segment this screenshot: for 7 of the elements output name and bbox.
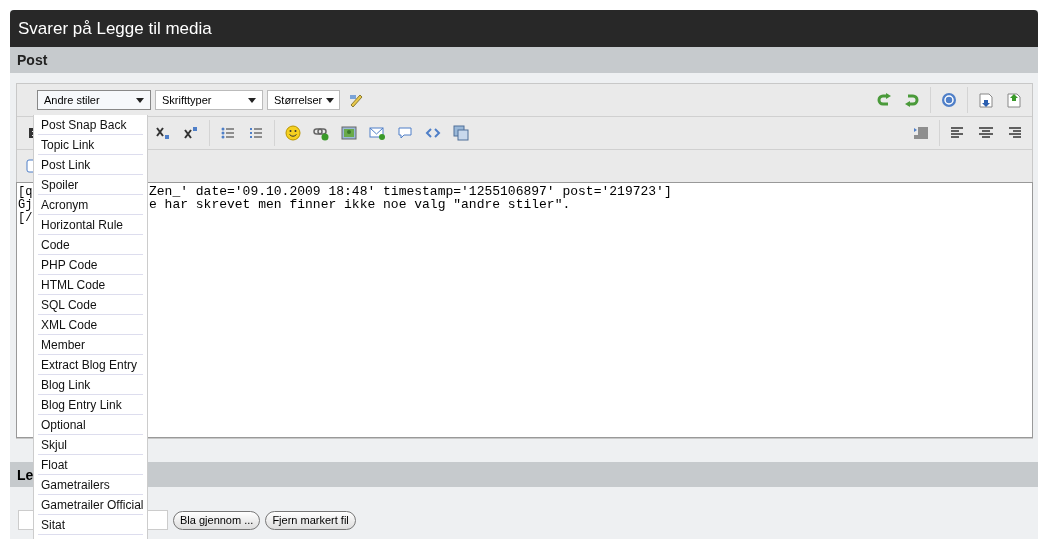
editor-text: [/ [18,211,33,225]
editor-text: Zen_' date='09.10.2009 18:48' timestamp='1255106897' post='219723'] [149,185,672,198]
window-title: Svarer på Legge til media [10,10,1038,47]
section-header: Post [10,47,1038,73]
editor-text: Gj [18,198,33,212]
editor-text: e har skrevet men finner ikke noe valg "andre stiler". [149,198,571,211]
editor-text: [q [18,185,33,199]
